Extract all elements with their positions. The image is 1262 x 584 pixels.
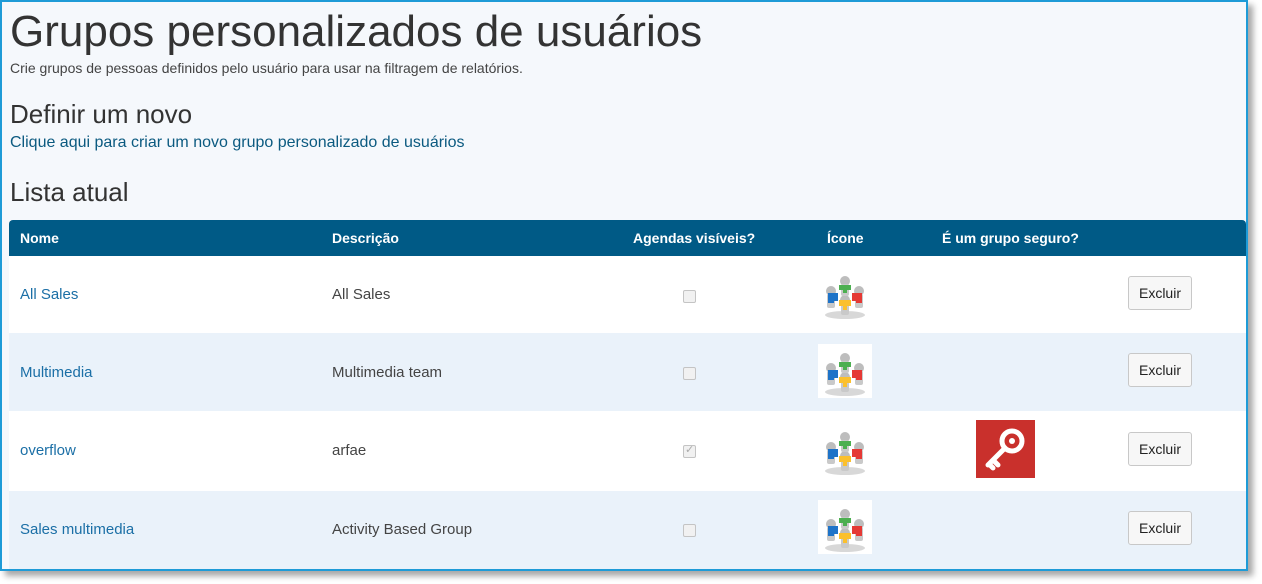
key-icon	[976, 420, 1035, 478]
group-name-link[interactable]: overflow	[20, 442, 76, 459]
group-name-link[interactable]: Sales multimedia	[20, 521, 134, 538]
table-row: Sales multimedia Activity Based Group Ex…	[9, 491, 1246, 569]
table-header: Nome Descrição Agendas visíveis? Ícone É…	[9, 220, 1246, 256]
group-people-icon	[818, 500, 872, 554]
page-frame: Grupos personalizados de usuários Crie g…	[0, 0, 1248, 571]
delete-button[interactable]: Excluir	[1128, 511, 1192, 545]
delete-button[interactable]: Excluir	[1128, 432, 1192, 466]
delete-button[interactable]: Excluir	[1128, 276, 1192, 310]
group-description: Activity Based Group	[332, 521, 473, 538]
group-people-icon	[818, 423, 872, 477]
page-title: Grupos personalizados de usuários	[10, 7, 703, 56]
column-header-calendars-visible[interactable]: Agendas visíveis?	[633, 230, 755, 246]
column-header-name[interactable]: Nome	[20, 230, 59, 246]
delete-button[interactable]: Excluir	[1128, 353, 1192, 387]
current-list-heading: Lista atual	[10, 177, 129, 207]
groups-table: Nome Descrição Agendas visíveis? Ícone É…	[9, 220, 1246, 569]
calendars-visible-checkbox[interactable]	[683, 443, 696, 458]
table-row: overflow arfae Excluir	[9, 411, 1246, 491]
group-people-icon	[818, 344, 872, 398]
page-subtitle: Crie grupos de pessoas definidos pelo us…	[10, 60, 523, 76]
column-header-icon[interactable]: Ícone	[827, 230, 864, 246]
group-description: Multimedia team	[332, 364, 443, 381]
table-row: All Sales All Sales Excluir	[9, 256, 1246, 333]
group-description: All Sales	[332, 286, 391, 303]
group-name-link[interactable]: Multimedia	[20, 364, 93, 381]
define-new-heading: Definir um novo	[10, 99, 193, 129]
group-description: arfae	[332, 442, 367, 459]
calendars-visible-checkbox[interactable]	[683, 367, 696, 380]
calendars-visible-checkbox[interactable]	[683, 524, 696, 537]
table-row: Multimedia Multimedia team Excluir	[9, 333, 1246, 411]
create-group-link[interactable]: Clique aqui para criar um novo grupo per…	[10, 134, 465, 152]
column-header-secure[interactable]: É um grupo seguro?	[942, 230, 1079, 246]
group-name-link[interactable]: All Sales	[20, 286, 78, 303]
column-header-description[interactable]: Descrição	[332, 230, 399, 246]
calendars-visible-checkbox[interactable]	[683, 290, 696, 303]
group-people-icon	[818, 267, 872, 321]
